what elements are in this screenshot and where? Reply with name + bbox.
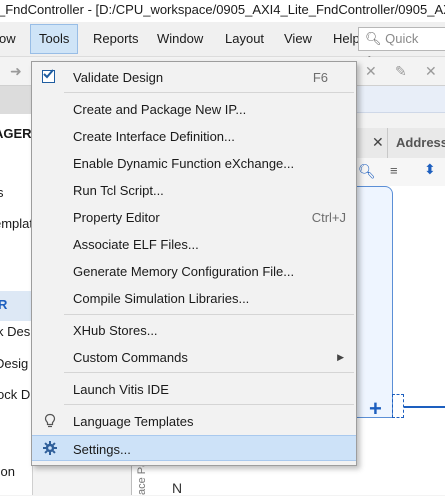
ip-block[interactable] [356,186,393,418]
tab-bar: ✕ Address [356,128,445,159]
menu-item-associate-elf[interactable]: Associate ELF Files... [32,231,356,257]
collapse-icon[interactable]: ≡ [390,163,398,178]
menu-reports[interactable]: Reports [93,31,139,46]
tab-address-editor[interactable]: Address [387,128,445,158]
menu-view[interactable]: View [284,31,312,46]
tool-icon[interactable]: ✕ [425,63,437,80]
menu-item-shortcut: Ctrl+J [311,210,346,225]
edit-icon[interactable]: ✕ [365,63,377,80]
menu-item-custom-commands[interactable]: Custom Commands ▶ [32,344,356,370]
nav-item-7[interactable]: tion [0,464,15,479]
gear-icon [42,440,58,456]
menu-separator [64,372,354,373]
menu-item-label: Compile Simulation Libraries... [73,291,250,306]
nav-item-5[interactable]: Desig [0,356,28,371]
menu-separator [64,404,354,405]
menu-item-label: Property Editor [73,210,160,225]
pencil-icon[interactable]: ✎ [395,63,407,80]
menu-item-label: XHub Stores... [73,323,158,338]
menu-item-enable-dfx[interactable]: Enable Dynamic Function eXchange... [32,150,356,176]
menu-item-label: Generate Memory Configuration File... [73,264,295,279]
menu-item-label: Associate ELF Files... [73,237,199,252]
info-strip [356,86,445,113]
menu-item-label: Create Interface Definition... [73,129,235,144]
menu-item-launch-vitis[interactable]: Launch Vitis IDE [32,376,356,402]
validate-icon [42,69,55,83]
menu-item-xhub-stores[interactable]: XHub Stores... [32,317,356,343]
menu-item-label: Run Tcl Script... [73,183,164,198]
menu-item-label: Create and Package New IP... [73,102,247,117]
menu-separator [64,92,354,93]
redo-icon[interactable]: ➜ [10,63,22,80]
menu-item-label: Launch Vitis IDE [73,382,169,397]
diagram-area: ✕ Address 🔍︎ ≡ ⬍ + [356,86,445,495]
nav-item-2[interactable]: emplat [0,216,32,231]
flow-navigator-title: AGER [0,126,32,141]
expand-icon[interactable]: + [369,396,382,422]
menu-help[interactable]: Help [333,31,360,46]
lightbulb-icon [42,413,58,429]
search-icon[interactable]: 🔍︎ [358,163,376,180]
search-icon: 🔍︎ [365,31,382,46]
submenu-arrow-icon: ▶ [337,352,344,362]
menu-item-compile-sim-libraries[interactable]: Compile Simulation Libraries... [32,285,356,311]
nav-item-4[interactable]: k Desi [0,324,32,339]
bottom-text: N [172,480,183,496]
menu-bar: ow Tools Reports Window Layout View Help… [0,22,445,68]
menu-item-shortcut: F6 [312,70,328,85]
menu-item-label: Enable Dynamic Function eXchange... [73,156,295,171]
window-title: _FndController - [D:/CPU_workspace/0905_… [0,2,445,17]
menu-item-create-package-ip[interactable]: Create and Package New IP... [32,96,356,122]
menu-separator [64,314,354,315]
diagram-toolbar: 🔍︎ ≡ ⬍ [356,158,445,187]
menu-item-generate-memory-config[interactable]: Generate Memory Configuration File... [32,258,356,284]
menu-item-property-editor[interactable]: Property Editor Ctrl+J [32,204,356,230]
tools-menu-dropdown: Validate Design F6 Create and Package Ne… [31,61,357,466]
menu-item-label: Validate Design [73,70,164,85]
menu-item-run-tcl-script[interactable]: Run Tcl Script... [32,177,356,203]
menu-item-create-interface-definition[interactable]: Create Interface Definition... [32,123,356,149]
nav-item-6[interactable]: ock D [0,387,30,402]
nav-item-1[interactable]: s [0,185,4,200]
menu-window[interactable]: Window [157,31,203,46]
connection-wire [404,406,445,408]
title-bar: _FndController - [D:/CPU_workspace/0905_… [0,0,445,23]
menu-item-language-templates[interactable]: Language Templates [32,408,356,434]
menu-tools[interactable]: Tools [30,24,79,54]
menu-item-label: Settings... [73,442,131,457]
close-icon[interactable]: ✕ [372,134,384,151]
quick-access-search[interactable]: 🔍︎ Quick Access [358,27,445,68]
nav-item-3[interactable]: R [0,297,7,312]
flow-navigator-panel: AGER s emplat R k Desi Desig ock D tion [0,86,33,495]
menu-item-validate-design[interactable]: Validate Design F6 [32,64,356,90]
flow-navigator-header: AGER [0,86,32,141]
menu-item-settings[interactable]: Settings... [32,435,356,461]
menu-layout[interactable]: Layout [225,31,264,46]
menu-flow[interactable]: ow [0,31,16,46]
sort-icon[interactable]: ⬍ [424,161,436,178]
menu-item-label: Language Templates [73,414,194,429]
menu-item-label: Custom Commands [73,350,188,365]
bus-pin[interactable] [392,394,404,418]
